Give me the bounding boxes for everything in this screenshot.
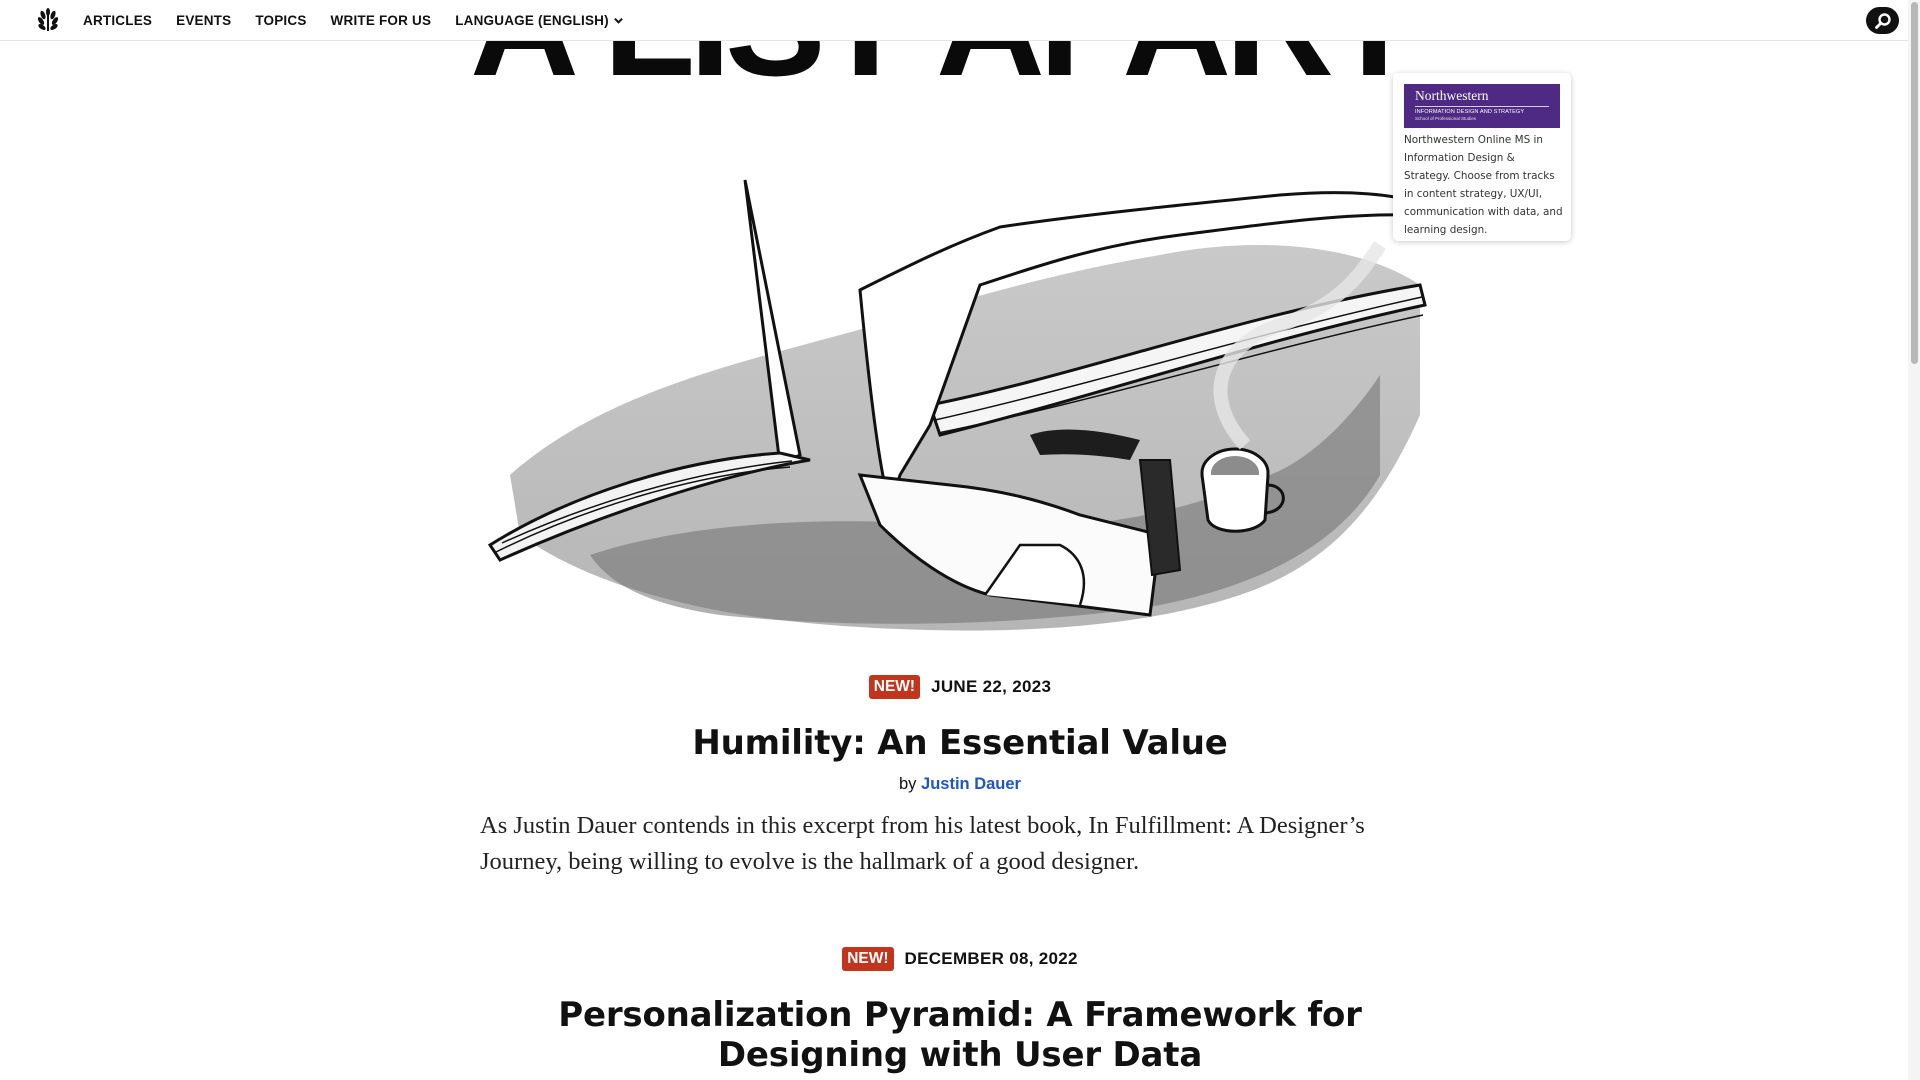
sponsor-logo-divider — [1415, 106, 1549, 107]
article-excerpt: As Justin Dauer contends in this excerpt… — [480, 812, 1365, 875]
nav-events[interactable]: EVENTS — [176, 13, 231, 28]
sponsor-description: Northwestern Online MS in Information De… — [1404, 134, 1563, 236]
article-meta: NEW! DECEMBER 08, 2022 — [480, 947, 1440, 971]
article-date: JUNE 22, 2023 — [931, 677, 1052, 696]
article-meta: NEW! JUNE 22, 2023 — [480, 675, 1440, 699]
article-title[interactable]: Personalization Pyramid: A Framework for… — [480, 995, 1440, 1075]
sponsor-logo: Northwestern INFORMATION DESIGN AND STRA… — [1404, 84, 1560, 128]
scrollbar-thumb[interactable] — [1911, 2, 1918, 364]
sponsor-logo-school: School of Professional Studies — [1415, 116, 1477, 121]
nav-write-for-us[interactable]: WRITE FOR US — [331, 13, 432, 28]
author-link[interactable]: Justin Dauer — [921, 775, 1021, 793]
article-card: NEW! DECEMBER 08, 2022 Personalization P… — [480, 947, 1440, 1075]
sponsor-logo-subtitle: INFORMATION DESIGN AND STRATEGY — [1415, 109, 1525, 115]
chevron-down-icon — [614, 17, 623, 24]
article-card: NEW! JUNE 22, 2023 Humility: An Essentia… — [480, 675, 1440, 880]
sponsor-ad-card[interactable]: Northwestern INFORMATION DESIGN AND STRA… — [1393, 73, 1571, 241]
search-button[interactable] — [1866, 7, 1899, 34]
laurel-logo-icon[interactable] — [34, 7, 62, 33]
nav-articles[interactable]: ARTICLES — [83, 13, 152, 28]
article-title[interactable]: Humility: An Essential Value — [480, 723, 1440, 763]
top-navigation-bar: ARTICLES EVENTS TOPICS WRITE FOR US LANG… — [0, 0, 1908, 41]
byline-prefix: by — [899, 775, 917, 793]
main-nav: ARTICLES EVENTS TOPICS WRITE FOR US LANG… — [83, 0, 647, 40]
article-date: DECEMBER 08, 2022 — [904, 949, 1078, 968]
sponsor-logo-name: Northwestern — [1415, 88, 1489, 103]
article-byline: by Justin Dauer — [480, 775, 1440, 794]
search-icon — [1874, 12, 1891, 29]
new-badge: NEW! — [868, 675, 921, 699]
nav-language-label: LANGUAGE (ENGLISH) — [455, 12, 609, 28]
nav-language-dropdown[interactable]: LANGUAGE (ENGLISH) — [455, 13, 623, 28]
new-badge: NEW! — [842, 947, 894, 971]
hero-illustration[interactable] — [480, 175, 1440, 647]
nav-topics[interactable]: TOPICS — [255, 13, 306, 28]
